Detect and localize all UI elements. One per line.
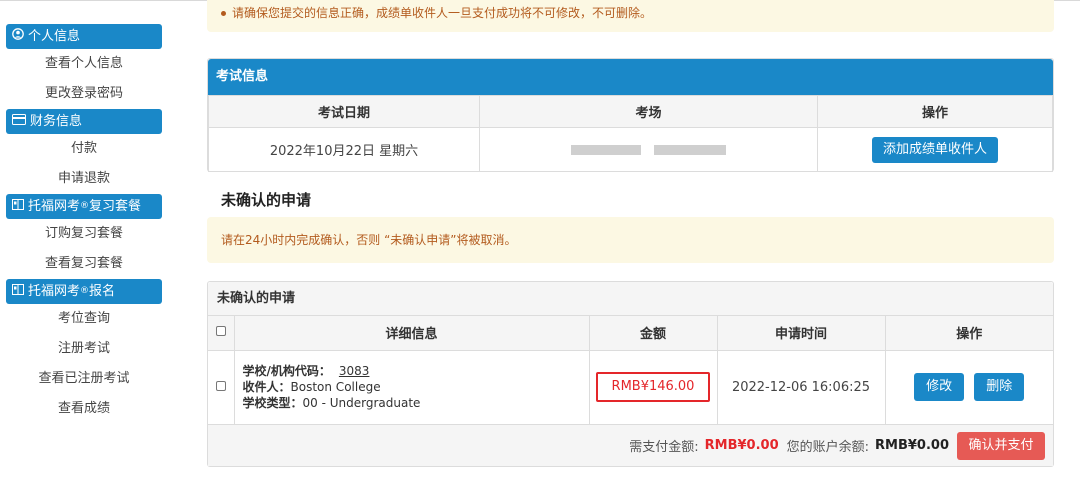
sidebar-section-title: 托福网考 [28,199,81,214]
recipient-label: 收件人： [242,380,291,395]
confirm-pay-button[interactable]: 确认并支付 [957,431,1045,460]
book-icon [12,279,24,304]
sidebar-section-finance[interactable]: 财务信息 [6,109,162,134]
payment-footer: 需支付金额: RMB¥0.00 您的账户余额: RMB¥0.00 确认并支付 [208,424,1053,466]
column-header-actions: 操作 [884,315,1054,351]
sidebar-item-view-scores[interactable]: 查看成绩 [6,394,162,424]
credit-card-icon [12,109,26,134]
sidebar-item-view-package[interactable]: 查看复习套餐 [6,249,162,279]
sidebar-item-seat-search[interactable]: 考位查询 [6,304,162,334]
column-header-venue: 考场 [479,95,818,128]
table-row: 学校/机构代码： 3083 收件人：Boston College 学校类型：00 … [207,349,1054,425]
column-header-date: 考试日期 [208,95,480,128]
main-content: 请确保您提交的信息正确，成绩单收件人一旦支付成功将不可修改，不可删除。 考试信息… [207,0,1054,467]
user-circle-icon [12,24,24,49]
sidebar-section-suffix: 复习套餐 [89,199,142,214]
add-recipient-button[interactable]: 添加成绩单收件人 [872,136,998,163]
registered-mark: ® [80,286,90,296]
code-label: 学校/机构代码： [242,364,331,379]
confirm-notice: 请在24小时内完成确认，否则 “未确认申请”将被取消。 [207,217,1054,263]
sidebar-section-title: 财务信息 [30,114,83,129]
exam-venue-redacted [479,127,818,172]
sidebar: 个人信息 查看个人信息 更改登录密码 财务信息 付款 申请退款 托福网考 ® 复习套… [6,24,162,424]
column-header-actions: 操作 [817,95,1053,128]
sidebar-section-suffix: 报名 [89,284,116,299]
amount-value: RMB¥146.00 [596,372,710,403]
need-pay-label: 需支付金额: [629,440,699,455]
unconfirmed-panel-title: 未确认的申请 [208,282,1053,316]
exam-info-table: 考试日期 考场 操作 2022年10月22日 星期六 添加成绩单收件人 [208,95,1053,172]
institution-type: 00 - Undergraduate [302,396,421,411]
sidebar-item-view-registered[interactable]: 查看已注册考试 [6,364,162,394]
exam-date: 2022年10月22日 星期六 [208,127,480,172]
edit-button[interactable]: 修改 [914,373,965,402]
balance-amount: RMB¥0.00 [875,438,949,453]
sidebar-item-view-profile[interactable]: 查看个人信息 [6,49,162,79]
delete-button[interactable]: 删除 [974,373,1025,402]
institution-code[interactable]: 3083 [339,364,370,378]
redacted-block [653,144,726,155]
column-header-amount: 金额 [588,315,718,351]
table-row: 2022年10月22日 星期六 添加成绩单收件人 [208,127,1053,172]
exam-info-panel: 考试信息 考试日期 考场 操作 2022年10月22日 星期六 添加成绩单收件人 [207,58,1054,172]
sidebar-item-payment[interactable]: 付款 [6,134,162,164]
unconfirmed-table: 详细信息 金额 申请时间 操作 学校/机构代码： 3083 收件人：Boston … [207,315,1054,425]
unconfirmed-panel: 未确认的申请 详细信息 金额 申请时间 操作 学校/机构代码： 3083 收件人：… [207,281,1054,467]
sidebar-section-review-package[interactable]: 托福网考 ® 复习套餐 [6,194,162,219]
column-header-details: 详细信息 [233,315,590,351]
column-header-time: 申请时间 [716,315,886,351]
exam-info-title: 考试信息 [208,59,1053,95]
sidebar-section-title: 托福网考 [28,284,81,299]
need-pay-amount: RMB¥0.00 [704,438,779,453]
bullet-dot [221,11,226,16]
top-notice: 请确保您提交的信息正确，成绩单收件人一旦支付成功将不可修改，不可删除。 [207,0,1054,32]
application-time: 2022-12-06 16:06:25 [716,349,886,425]
application-details: 学校/机构代码： 3083 收件人：Boston College 学校类型：00 … [233,349,590,425]
balance-label: 您的账户余额: [786,440,870,455]
recipient-name: Boston College [290,380,381,395]
sidebar-item-register-exam[interactable]: 注册考试 [6,334,162,364]
row-checkbox[interactable] [215,380,226,391]
select-all-checkbox[interactable] [215,326,226,337]
sidebar-section-title: 个人信息 [28,29,81,44]
registered-mark: ® [80,201,90,211]
sidebar-item-order-package[interactable]: 订购复习套餐 [6,219,162,249]
sidebar-item-change-password[interactable]: 更改登录密码 [6,79,162,109]
sidebar-item-refund[interactable]: 申请退款 [6,164,162,194]
sidebar-section-personal[interactable]: 个人信息 [6,24,162,49]
book-icon [12,194,24,219]
section-heading: 未确认的申请 [221,191,312,209]
top-notice-text: 请确保您提交的信息正确，成绩单收件人一旦支付成功将不可修改，不可删除。 [232,6,653,20]
sidebar-section-registration[interactable]: 托福网考 ® 报名 [6,279,162,304]
type-label: 学校类型： [242,396,303,411]
redacted-block [571,144,642,155]
